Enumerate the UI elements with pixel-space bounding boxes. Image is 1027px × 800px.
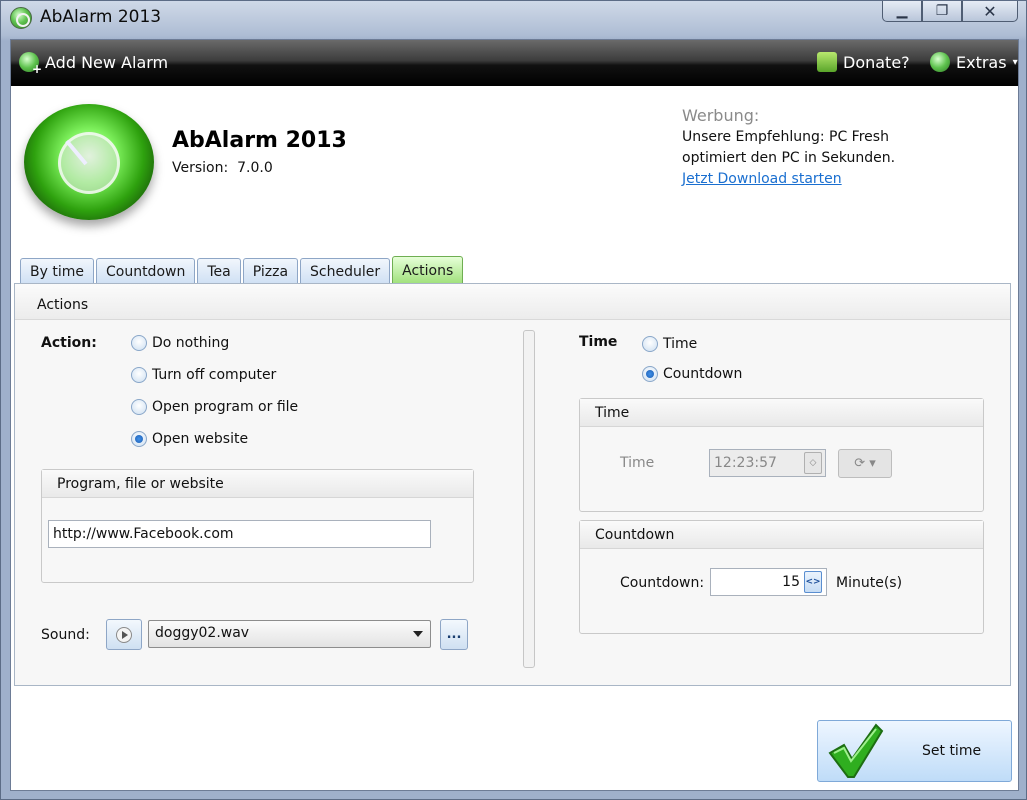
radio-indicator xyxy=(131,399,147,415)
actions-panel: Actions Action: Do nothing Turn off comp… xyxy=(14,283,1011,686)
window-controls: ▁ ❐ ✕ xyxy=(882,1,1018,23)
group-header: Program, file or website xyxy=(42,470,473,498)
group-title: Time xyxy=(595,405,630,421)
group-title: Countdown xyxy=(595,527,675,543)
checkmark-icon xyxy=(828,723,884,778)
website-input[interactable] xyxy=(48,520,431,548)
time-spin-button[interactable]: ◇ xyxy=(804,452,822,474)
app-name: AbAlarm 2013 xyxy=(172,128,347,153)
window-title: AbAlarm 2013 xyxy=(40,7,162,27)
countdown-group: Countdown Countdown: <> Minute(s) xyxy=(579,520,984,634)
donate-button[interactable]: Donate? xyxy=(817,52,910,72)
time-section-label: Time xyxy=(579,334,618,350)
radio-label: Time xyxy=(663,336,698,352)
app-version: Version: 7.0.0 xyxy=(172,160,273,176)
radio-label: Turn off computer xyxy=(152,367,277,383)
ad-line-2: optimiert den PC in Sekunden. xyxy=(682,150,896,166)
minimize-button[interactable]: ▁ xyxy=(882,1,922,22)
time-field-label: Time xyxy=(620,455,655,471)
countdown-field-label: Countdown: xyxy=(620,575,705,591)
action-label: Action: xyxy=(41,335,97,351)
countdown-unit: Minute(s) xyxy=(836,575,903,591)
add-alarm-icon xyxy=(19,52,42,76)
alarm-clock-icon xyxy=(10,7,32,29)
title-bar[interactable]: AbAlarm 2013 ▁ ❐ ✕ xyxy=(1,1,1026,37)
play-sound-button[interactable] xyxy=(106,619,142,650)
app-window: AbAlarm 2013 ▁ ❐ ✕ Add New Alarm Donate?… xyxy=(0,0,1027,800)
browse-sound-button[interactable]: ... xyxy=(440,619,468,650)
radio-do-nothing[interactable]: Do nothing xyxy=(131,335,229,351)
toolbar: Add New Alarm Donate? Extras ▾ xyxy=(11,40,1018,86)
panel-header: Actions xyxy=(15,284,1010,320)
refresh-time-button[interactable]: ⟳ ▾ xyxy=(838,449,892,478)
radio-countdown[interactable]: Countdown xyxy=(642,366,742,382)
radio-time[interactable]: Time xyxy=(642,336,697,352)
version-value: 7.0.0 xyxy=(237,160,273,176)
donate-label: Donate? xyxy=(843,52,910,72)
close-button[interactable]: ✕ xyxy=(962,1,1018,22)
time-group: Time Time ◇ ⟳ ▾ xyxy=(579,398,984,512)
tab-countdown[interactable]: Countdown xyxy=(95,258,196,284)
ad-line-1: Unsere Empfehlung: PC Fresh xyxy=(682,129,889,145)
radio-label: Open program or file xyxy=(152,399,299,415)
radio-indicator xyxy=(131,335,147,351)
program-group: Program, file or website xyxy=(41,469,474,583)
group-title: Program, file or website xyxy=(57,476,224,492)
set-time-label: Set time xyxy=(922,743,982,759)
play-icon xyxy=(116,626,132,643)
tab-scheduler[interactable]: Scheduler xyxy=(300,258,391,284)
version-label: Version: xyxy=(172,160,229,176)
set-time-button[interactable]: Set time xyxy=(817,720,1012,782)
dropdown-arrow-icon xyxy=(413,631,423,637)
radio-indicator-selected xyxy=(131,431,147,447)
radio-indicator-selected xyxy=(642,366,658,382)
tab-pizza[interactable]: Pizza xyxy=(242,258,299,284)
ad-heading: Werbung: xyxy=(682,106,760,125)
radio-label: Do nothing xyxy=(152,335,230,351)
extras-menu[interactable]: Extras ▾ xyxy=(930,52,1018,72)
radio-indicator xyxy=(131,367,147,383)
splitter[interactable] xyxy=(523,330,535,668)
radio-open-website[interactable]: Open website xyxy=(131,431,248,447)
tab-bar: By time Countdown Tea Pizza Scheduler Ac… xyxy=(20,256,464,284)
app-logo xyxy=(24,104,154,220)
sound-select[interactable]: doggy02.wav xyxy=(148,620,431,648)
panel-title: Actions xyxy=(37,297,89,313)
tab-actions[interactable]: Actions xyxy=(392,256,464,284)
extras-icon xyxy=(930,52,950,72)
radio-indicator xyxy=(642,336,658,352)
ad-download-link[interactable]: Jetzt Download starten xyxy=(682,171,842,187)
countdown-spin-button[interactable]: <> xyxy=(804,571,822,593)
chevron-down-icon: ▾ xyxy=(1012,56,1018,68)
group-header: Countdown xyxy=(580,521,983,549)
extras-label: Extras xyxy=(956,52,1007,72)
radio-label: Open website xyxy=(152,431,249,447)
gift-icon xyxy=(817,52,837,72)
group-header: Time xyxy=(580,399,983,427)
add-new-alarm-button[interactable]: Add New Alarm xyxy=(19,52,169,76)
add-new-alarm-label: Add New Alarm xyxy=(45,52,169,72)
client-area: Add New Alarm Donate? Extras ▾ AbAlarm 2… xyxy=(10,39,1019,791)
tab-tea[interactable]: Tea xyxy=(197,258,241,284)
maximize-button[interactable]: ❐ xyxy=(922,1,962,22)
sound-label: Sound: xyxy=(41,627,90,643)
sound-selected-value: doggy02.wav xyxy=(155,625,250,641)
radio-turn-off-computer[interactable]: Turn off computer xyxy=(131,367,276,383)
tab-by-time[interactable]: By time xyxy=(20,258,94,284)
radio-label: Countdown xyxy=(663,366,743,382)
radio-open-program[interactable]: Open program or file xyxy=(131,399,298,415)
refresh-icon: ⟳ ▾ xyxy=(854,456,876,471)
